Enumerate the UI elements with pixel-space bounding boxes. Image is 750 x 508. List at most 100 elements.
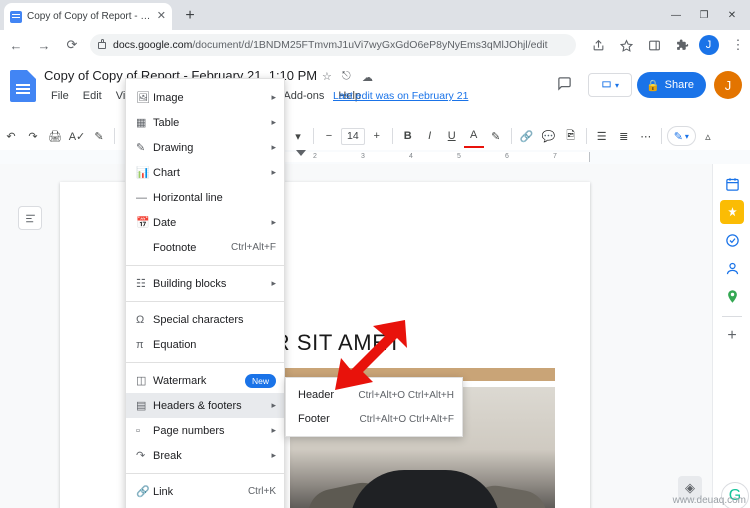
url-host: docs.google.com — [113, 39, 193, 51]
forward-icon[interactable]: → — [32, 33, 56, 57]
comment-history-icon[interactable] — [557, 76, 572, 95]
menu-item-image[interactable]: 🖼 Image ▸ — [126, 85, 284, 110]
menu-item-break[interactable]: ↷ Break ▸ — [126, 443, 284, 468]
browser-tab[interactable]: Copy of Copy of Report - Februa ✕ — [4, 3, 172, 30]
keep-icon[interactable] — [720, 200, 744, 224]
redo-icon[interactable]: ↷ — [23, 125, 43, 147]
font-size-decrease[interactable]: − — [319, 125, 339, 147]
menu-item-shortcut: Ctrl+K — [247, 486, 276, 497]
ruler-number-6: 6 — [505, 153, 509, 160]
more-icon[interactable]: ⋮ — [726, 33, 750, 57]
star-icon[interactable] — [614, 33, 638, 57]
drawing-icon: ✎ — [136, 142, 146, 154]
line-spacing-button[interactable]: ≣ — [614, 125, 634, 147]
menu-item-drawing[interactable]: ✎ Drawing ▸ — [126, 135, 284, 160]
last-edit-link[interactable]: Last edit was on February 21 — [333, 90, 468, 102]
reload-icon[interactable]: ⟳ — [60, 33, 84, 57]
insert-menu[interactable]: 🖼 Image ▸ ▦ Table ▸ ✎ Drawing ▸ 📊 Chart … — [125, 78, 285, 508]
headers-footers-submenu[interactable]: Header Ctrl+Alt+O Ctrl+Alt+H Footer Ctrl… — [285, 377, 463, 437]
paint-format-icon[interactable]: ✎ — [89, 125, 109, 147]
menu-item-label: Headers & footers — [153, 399, 242, 412]
rail-divider — [722, 316, 742, 317]
hide-menus-button[interactable]: ▵ — [698, 125, 718, 147]
avatar: J — [698, 35, 719, 55]
extensions-icon[interactable] — [670, 33, 694, 57]
share-button[interactable]: 🔒 Share — [636, 72, 706, 98]
back-icon[interactable]: ← — [4, 33, 28, 57]
menu-item-headers-footers[interactable]: ▤ Headers & footers ▸ — [126, 393, 284, 418]
account-avatar[interactable]: J — [714, 71, 742, 99]
pen-icon: ✎ — [673, 130, 683, 143]
submenu-item-footer[interactable]: Footer Ctrl+Alt+O Ctrl+Alt+F — [286, 407, 462, 431]
close-icon[interactable]: ✕ — [157, 11, 166, 22]
side-panel-icon[interactable] — [642, 33, 666, 57]
star-doc-icon[interactable]: ☆ — [322, 70, 332, 83]
insert-image-button[interactable]: 🖻 — [561, 125, 581, 147]
print-icon[interactable]: 🖨 — [45, 125, 65, 147]
new-tab-button[interactable]: + — [180, 6, 200, 26]
editing-mode-button[interactable]: ✎ ▾ — [666, 126, 696, 146]
font-size-increase[interactable]: + — [367, 125, 387, 147]
highlight-color-button[interactable]: ✎ — [486, 125, 506, 147]
menu-item-special-characters[interactable]: Ω Special characters — [126, 307, 284, 332]
align-button[interactable]: ☰ — [592, 125, 612, 147]
menu-item-watermark[interactable]: ◫ Watermark New — [126, 368, 284, 393]
url-text: docs.google.com/document/d/1BNDM25FTmvmJ… — [113, 39, 548, 51]
chevron-right-icon: ▸ — [271, 400, 276, 410]
ruler-number-4: 4 — [409, 153, 413, 160]
spellcheck-icon[interactable]: A✓ — [67, 125, 87, 147]
minimize-button[interactable]: — — [662, 2, 690, 28]
address-bar[interactable]: docs.google.com/document/d/1BNDM25FTmvmJ… — [90, 34, 576, 56]
menu-item-table[interactable]: ▦ Table ▸ — [126, 110, 284, 135]
menu-item-equation[interactable]: π Equation — [126, 332, 284, 357]
add-comment-button[interactable]: 💬 — [539, 125, 559, 147]
menu-item-comment[interactable]: 💬 Comment Ctrl+Alt+M — [126, 504, 284, 508]
menu-item-chart[interactable]: 📊 Chart ▸ — [126, 160, 284, 185]
tasks-icon[interactable] — [720, 228, 744, 252]
contacts-icon[interactable] — [720, 256, 744, 280]
undo-icon[interactable]: ↶ — [1, 125, 21, 147]
share-icon[interactable] — [586, 33, 610, 57]
menu-item-horizontal-line[interactable]: — Horizontal line — [126, 185, 284, 210]
docs-header: Copy of Copy of Report - February 21, 1:… — [0, 60, 750, 122]
calendar-icon[interactable] — [720, 172, 744, 196]
lock-share-icon: 🔒 — [645, 79, 660, 92]
maps-icon[interactable] — [720, 284, 744, 308]
indent-marker[interactable] — [296, 150, 306, 156]
chevron-right-icon: ▸ — [271, 92, 276, 102]
submenu-item-header[interactable]: Header Ctrl+Alt+O Ctrl+Alt+H — [286, 383, 462, 407]
equation-icon: π — [136, 338, 144, 351]
avatar-profile-chip[interactable]: J — [698, 33, 722, 57]
show-outline-button[interactable] — [18, 206, 42, 230]
add-icon[interactable]: + — [720, 324, 744, 348]
chevron-right-icon: ▸ — [271, 142, 276, 152]
font-size-input[interactable]: 14 — [341, 127, 365, 145]
move-folder-icon[interactable]: ⎋ — [342, 70, 351, 83]
google-docs-app: Copy of Copy of Report - February 21, 1:… — [0, 60, 750, 508]
ruler-number-7: 7 — [553, 153, 557, 160]
menu-item-label: Link — [153, 485, 174, 498]
menu-file[interactable]: File — [44, 88, 76, 104]
text-color-button[interactable]: A — [463, 124, 484, 148]
menu-item-building-blocks[interactable]: ☷ Building blocks ▸ — [126, 271, 284, 296]
present-button[interactable]: ▾ — [588, 73, 632, 97]
menu-item-date[interactable]: 📅 Date ▸ — [126, 210, 284, 235]
menu-item-footnote[interactable]: Footnote Ctrl+Alt+F — [126, 235, 284, 260]
insert-link-button[interactable]: 🔗 — [517, 125, 537, 147]
ruler[interactable]: 1 2 3 4 5 6 7 — [0, 150, 750, 165]
italic-button[interactable]: I — [420, 125, 440, 147]
zoom-caret-icon[interactable]: ▾ — [288, 125, 308, 147]
more-options-button[interactable]: ⋯ — [636, 125, 656, 147]
toolbar-divider-5 — [585, 128, 587, 144]
submenu-item-label: Footer — [298, 413, 330, 425]
underline-button[interactable]: U — [442, 125, 462, 147]
maximize-button[interactable]: ❐ — [690, 2, 718, 28]
menu-item-label: Horizontal line — [153, 191, 223, 204]
close-window-button[interactable]: ✕ — [718, 2, 746, 28]
menu-item-page-numbers[interactable]: ▫ Page numbers ▸ — [126, 418, 284, 443]
docs-logo-icon — [10, 70, 36, 102]
bold-button[interactable]: B — [398, 125, 418, 147]
menu-edit[interactable]: Edit — [76, 88, 109, 104]
new-badge: New — [244, 373, 276, 388]
menu-item-link[interactable]: 🔗 Link Ctrl+K — [126, 479, 284, 504]
